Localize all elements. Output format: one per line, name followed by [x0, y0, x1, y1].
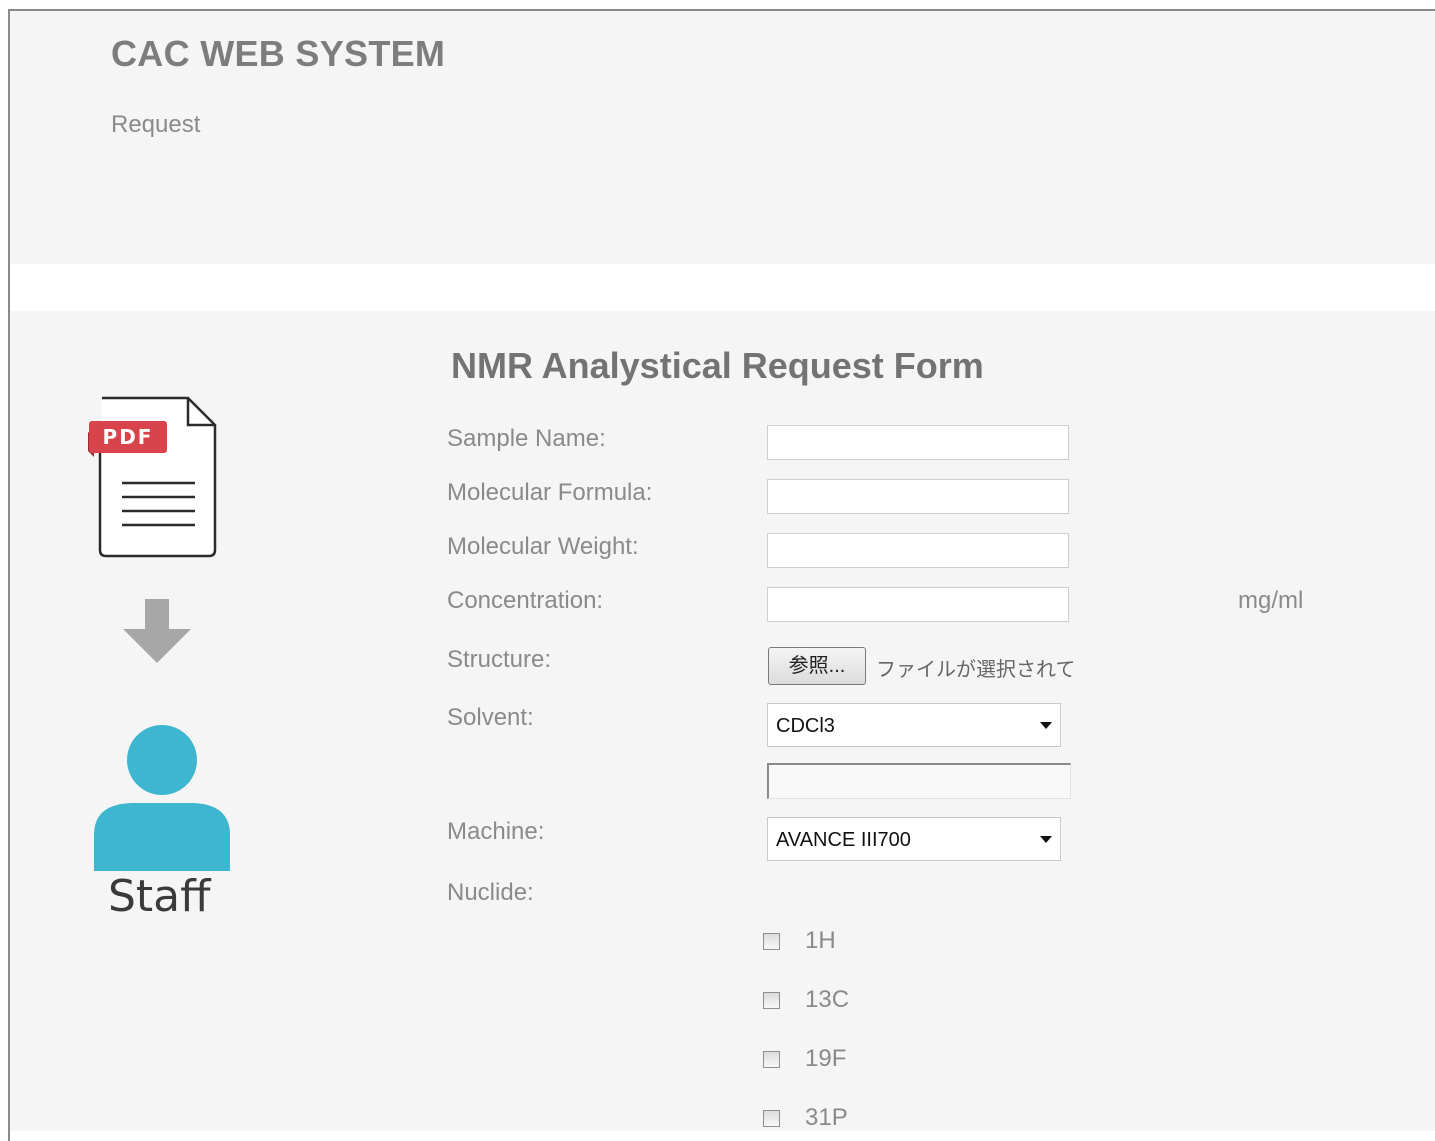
nuclide-option-label: 19F — [805, 1045, 847, 1072]
form-title: NMR Analystical Request Form — [451, 345, 984, 386]
solvent-label: Solvent: — [447, 704, 534, 731]
solvent-selected-value: CDCl3 — [776, 715, 835, 737]
molecular-weight-label: Molecular Weight: — [447, 533, 639, 560]
machine-select[interactable]: AVANCE III700 — [767, 817, 1061, 861]
molecular-formula-label: Molecular Formula: — [447, 479, 653, 506]
dropdown-caret-icon — [1040, 722, 1052, 729]
solvent-select[interactable]: CDCl3 — [767, 703, 1061, 747]
checkbox[interactable] — [763, 1051, 780, 1068]
nuclide-label: Nuclide: — [447, 879, 534, 906]
molecular-weight-input[interactable] — [767, 533, 1069, 568]
app-title: CAC WEB SYSTEM — [111, 33, 446, 74]
file-browse-button[interactable]: 参照... — [768, 647, 866, 685]
nuclide-option-label: 13C — [805, 986, 850, 1013]
molecular-formula-input[interactable] — [767, 479, 1069, 514]
machine-label: Machine: — [447, 818, 545, 845]
main-content: PDF Staff NMR Analystical Request Form S… — [10, 311, 1435, 1131]
sample-name-input[interactable] — [767, 425, 1069, 460]
checkbox[interactable] — [763, 992, 780, 1009]
nuclide-option-label: 1H — [805, 927, 836, 954]
machine-selected-value: AVANCE III700 — [776, 829, 911, 851]
nuclide-option-label: 31P — [805, 1104, 848, 1131]
staff-label: Staff — [108, 871, 211, 922]
checkbox[interactable] — [763, 1110, 780, 1127]
sample-name-label: Sample Name: — [447, 425, 606, 452]
structure-label: Structure: — [447, 646, 552, 673]
pdf-document-icon: PDF — [88, 395, 220, 564]
other-solvent-input[interactable] — [767, 763, 1071, 799]
checkbox[interactable] — [763, 933, 780, 950]
person-icon — [92, 725, 232, 876]
file-status-text: ファイルが選択されて — [876, 659, 1076, 681]
header: CAC WEB SYSTEM Request — [10, 11, 1435, 264]
concentration-unit: mg/ml — [1238, 587, 1304, 614]
nav-link-request[interactable]: Request — [111, 111, 200, 139]
arrow-down-icon — [123, 599, 191, 670]
pdf-badge-text: PDF — [103, 425, 154, 449]
dropdown-caret-icon — [1040, 836, 1052, 843]
concentration-input[interactable] — [767, 587, 1069, 622]
concentration-label: Concentration: — [447, 587, 604, 614]
